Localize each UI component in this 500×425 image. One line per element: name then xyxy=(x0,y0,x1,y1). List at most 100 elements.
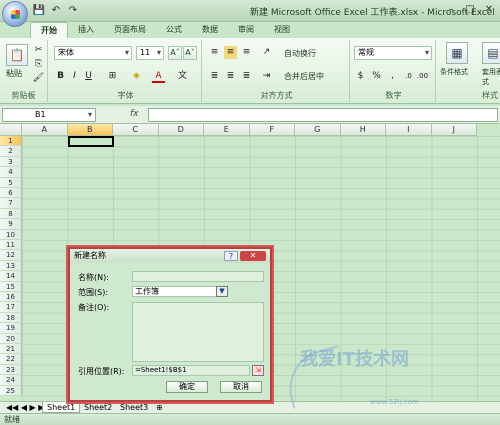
format-painter-icon[interactable]: 🖌 xyxy=(32,72,45,85)
ok-button[interactable]: 确定 xyxy=(166,381,208,393)
row-header[interactable]: 19 xyxy=(0,323,22,334)
increase-decimal-icon[interactable]: .0 xyxy=(402,70,415,83)
grow-font-button[interactable]: A˄ xyxy=(168,46,182,60)
row-header[interactable]: 24 xyxy=(0,375,22,386)
font-name-select[interactable]: 宋体 xyxy=(54,46,132,60)
paste-button[interactable]: 粘贴 xyxy=(6,68,22,79)
conditional-format-icon[interactable]: ▦ xyxy=(446,42,468,64)
row-header[interactable]: 1 xyxy=(0,136,22,147)
currency-icon[interactable]: $ xyxy=(354,70,367,83)
tab-home[interactable]: 开始 xyxy=(30,22,68,38)
fill-color-icon[interactable]: ◈ xyxy=(130,70,143,83)
scope-dropdown-icon[interactable]: ▼ xyxy=(216,286,228,297)
paste-icon[interactable]: 📋 xyxy=(6,44,28,66)
align-bottom-icon[interactable]: ≡ xyxy=(240,46,253,59)
font-color-icon[interactable]: A xyxy=(152,70,165,83)
undo-icon[interactable]: ↶ xyxy=(49,4,63,17)
format-table-button[interactable]: 套用表格格式 xyxy=(482,67,500,87)
cancel-button[interactable]: 取消 xyxy=(220,381,262,393)
shrink-font-button[interactable]: A˅ xyxy=(183,46,197,60)
formula-input[interactable] xyxy=(148,108,498,122)
row-header[interactable]: 18 xyxy=(0,312,22,324)
sheet-tab-1[interactable]: Sheet1 xyxy=(42,402,81,413)
column-header[interactable]: G xyxy=(295,124,341,136)
align-middle-icon[interactable]: ≡ xyxy=(224,46,237,59)
tab-formulas[interactable]: 公式 xyxy=(156,22,192,38)
orientation-icon[interactable]: ↗ xyxy=(260,46,273,59)
column-header[interactable]: F xyxy=(249,124,295,136)
select-all-corner[interactable] xyxy=(0,124,22,136)
row-header[interactable]: 15 xyxy=(0,281,22,292)
row-header[interactable]: 13 xyxy=(0,260,22,272)
align-left-icon[interactable]: ≣ xyxy=(208,70,221,83)
column-header[interactable]: I xyxy=(386,124,432,136)
format-table-icon[interactable]: ▤ xyxy=(482,42,500,64)
row-header[interactable]: 20 xyxy=(0,333,22,344)
row-header[interactable]: 5 xyxy=(0,177,22,188)
row-header[interactable]: 10 xyxy=(0,229,22,240)
row-header[interactable]: 3 xyxy=(0,156,22,168)
decrease-decimal-icon[interactable]: .00 xyxy=(416,70,429,83)
column-header[interactable]: J xyxy=(431,124,477,136)
comma-icon[interactable]: , xyxy=(386,70,399,83)
fx-icon[interactable]: fx xyxy=(130,109,139,119)
number-format-select[interactable]: 常规 xyxy=(354,46,432,60)
copy-icon[interactable]: ⎘ xyxy=(32,58,45,71)
insert-sheet-icon[interactable]: ⊕ xyxy=(152,402,167,413)
row-header[interactable]: 14 xyxy=(0,271,22,282)
align-top-icon[interactable]: ≡ xyxy=(208,46,221,59)
bold-button[interactable]: B xyxy=(54,70,67,83)
column-header[interactable]: E xyxy=(204,124,250,136)
column-header[interactable]: C xyxy=(113,124,159,136)
row-header[interactable]: 23 xyxy=(0,364,22,376)
column-header[interactable]: A xyxy=(22,124,68,136)
phonetic-icon[interactable]: 文 xyxy=(176,70,189,83)
italic-button[interactable]: I xyxy=(68,70,81,83)
tab-insert[interactable]: 插入 xyxy=(68,22,104,38)
percent-icon[interactable]: % xyxy=(370,70,383,83)
tab-view[interactable]: 视图 xyxy=(264,22,300,38)
dialog-close-button[interactable]: ✕ xyxy=(240,251,266,261)
row-header[interactable]: 25 xyxy=(0,385,22,396)
cut-icon[interactable]: ✂ xyxy=(32,44,45,57)
row-header[interactable]: 9 xyxy=(0,219,22,230)
tab-review[interactable]: 审阅 xyxy=(228,22,264,38)
row-header[interactable]: 21 xyxy=(0,344,22,355)
row-header[interactable]: 12 xyxy=(0,250,22,261)
dialog-help-button[interactable]: ? xyxy=(224,251,238,261)
row-header[interactable]: 11 xyxy=(0,240,22,251)
indent-icon[interactable]: ⇥ xyxy=(260,70,273,83)
wrap-text-button[interactable]: 自动换行 xyxy=(284,48,316,59)
row-header[interactable]: 7 xyxy=(0,198,22,209)
sheet-tab-3[interactable]: Sheet3 xyxy=(116,402,152,413)
underline-button[interactable]: U xyxy=(82,70,95,83)
name-input[interactable] xyxy=(132,271,264,282)
save-icon[interactable]: 💾 xyxy=(32,4,46,17)
row-header[interactable]: 6 xyxy=(0,188,22,199)
tab-data[interactable]: 数据 xyxy=(192,22,228,38)
align-center-icon[interactable]: ≣ xyxy=(224,70,237,83)
collapse-dialog-icon[interactable]: ⇲ xyxy=(252,365,264,376)
comment-textarea[interactable] xyxy=(132,302,264,362)
tab-page-layout[interactable]: 页面布局 xyxy=(104,22,156,38)
office-button[interactable] xyxy=(2,1,28,27)
border-icon[interactable]: ⊞ xyxy=(106,70,119,83)
font-size-select[interactable]: 11 xyxy=(136,46,164,60)
row-header[interactable]: 16 xyxy=(0,292,22,303)
close-button[interactable]: ✕ xyxy=(480,3,498,17)
row-header[interactable]: 17 xyxy=(0,302,22,313)
row-header[interactable]: 2 xyxy=(0,146,22,157)
sheet-tab-2[interactable]: Sheet2 xyxy=(80,402,116,413)
redo-icon[interactable]: ↷ xyxy=(66,4,80,17)
active-cell[interactable] xyxy=(68,136,114,147)
scope-select[interactable]: 工作簿 xyxy=(132,286,224,297)
row-header[interactable]: 4 xyxy=(0,167,22,178)
merge-center-button[interactable]: 合并后居中 xyxy=(284,71,324,82)
align-right-icon[interactable]: ≣ xyxy=(240,70,253,83)
column-header[interactable]: B xyxy=(67,124,113,136)
row-header[interactable]: 8 xyxy=(0,208,22,220)
maximize-button[interactable]: □ xyxy=(461,3,479,17)
row-header[interactable]: 22 xyxy=(0,354,22,365)
conditional-format-button[interactable]: 条件格式 xyxy=(440,67,468,77)
column-header[interactable]: D xyxy=(158,124,204,136)
